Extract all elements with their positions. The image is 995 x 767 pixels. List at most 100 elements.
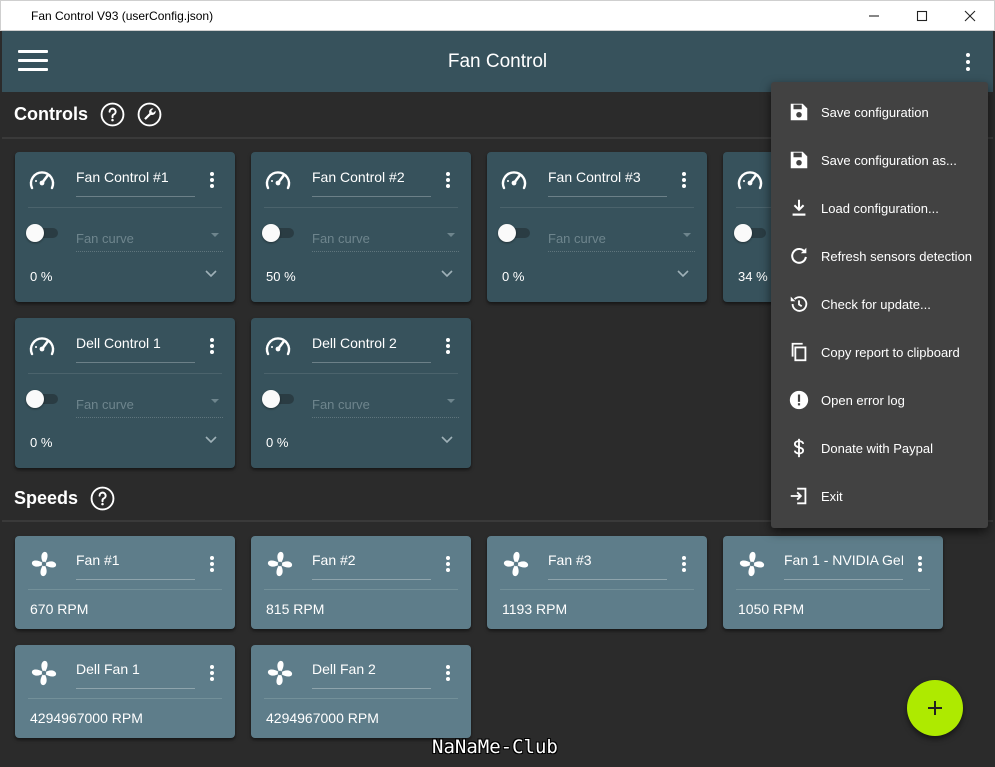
control-card[interactable]: Fan Control #3 Fan curve 0 % <box>487 152 707 302</box>
enable-toggle[interactable] <box>26 224 58 242</box>
enable-toggle[interactable] <box>26 390 58 408</box>
fan-icon <box>31 660 57 686</box>
close-icon <box>964 10 976 21</box>
card-divider <box>28 698 222 699</box>
speed-card[interactable]: Dell Fan 2 4294967000 RPM <box>251 645 471 738</box>
help-icon[interactable] <box>100 102 125 127</box>
control-name[interactable]: Dell Control 2 <box>312 334 431 363</box>
control-percent: 0 % <box>502 269 525 284</box>
chevron-down-icon[interactable] <box>441 270 453 278</box>
speed-name[interactable]: Dell Fan 2 <box>312 661 431 689</box>
floppy-icon <box>790 103 808 121</box>
fan-curve-placeholder: Fan curve <box>76 397 134 412</box>
speed-card[interactable]: Dell Fan 1 4294967000 RPM <box>15 645 235 738</box>
control-percent: 50 % <box>266 269 296 284</box>
menu-item[interactable]: Check for update... <box>771 280 988 328</box>
download-icon <box>792 199 806 216</box>
close-window-button[interactable] <box>946 0 994 31</box>
window-title: Fan Control V93 (userConfig.json) <box>31 8 214 23</box>
speed-card[interactable]: Fan #3 1193 RPM <box>487 536 707 629</box>
speed-card[interactable]: Fan #1 670 RPM <box>15 536 235 629</box>
chevron-down-icon[interactable] <box>441 436 453 444</box>
chevron-down-icon[interactable] <box>205 270 217 278</box>
fan-curve-select[interactable]: Fan curve <box>76 397 223 418</box>
menu-item-label: Exit <box>821 488 843 504</box>
control-name[interactable]: Fan Control #2 <box>312 168 431 197</box>
fan-icon <box>267 551 293 577</box>
control-card[interactable]: Dell Control 1 Fan curve 0 % <box>15 318 235 468</box>
menu-item[interactable]: Copy report to clipboard <box>771 328 988 376</box>
control-card[interactable]: Fan Control #1 Fan curve 0 % <box>15 152 235 302</box>
menu-item[interactable]: Refresh sensors detection <box>771 232 988 280</box>
wrench-icon[interactable] <box>137 102 162 127</box>
card-menu-icon[interactable] <box>210 665 214 681</box>
chevron-down-icon[interactable] <box>677 270 689 278</box>
card-menu-icon[interactable] <box>446 556 450 572</box>
chevron-down-icon[interactable] <box>205 436 217 444</box>
speed-name[interactable]: Fan #2 <box>312 552 431 580</box>
dropdown-arrow-icon <box>447 233 455 237</box>
menu-item[interactable]: Load configuration... <box>771 184 988 232</box>
card-menu-icon[interactable] <box>446 665 450 681</box>
menu-item[interactable]: Open error log <box>771 376 988 424</box>
gauge-icon <box>265 337 291 356</box>
controls-header: Controls <box>14 102 174 127</box>
add-button[interactable] <box>907 680 963 736</box>
speed-name[interactable]: Fan #1 <box>76 552 195 580</box>
speed-name[interactable]: Fan 1 - NVIDIA GeFo <box>784 552 903 580</box>
dropdown-arrow-icon <box>211 399 219 403</box>
window-titlebar: Fan Control V93 (userConfig.json) <box>0 0 995 31</box>
fan-curve-select[interactable]: Fan curve <box>548 231 695 252</box>
gauge-icon <box>737 171 763 190</box>
gauge-icon <box>501 171 527 190</box>
minimize-icon <box>869 14 879 17</box>
card-menu-icon[interactable] <box>210 556 214 572</box>
speed-card[interactable]: Fan 1 - NVIDIA GeFo 1050 RPM <box>723 536 943 629</box>
minimize-button[interactable] <box>850 0 898 31</box>
menu-item-label: Save configuration <box>821 104 929 120</box>
control-name[interactable]: Dell Control 1 <box>76 334 195 363</box>
card-divider <box>500 207 694 208</box>
control-name[interactable]: Fan Control #3 <box>548 168 667 197</box>
card-divider <box>28 207 222 208</box>
enable-toggle[interactable] <box>498 224 530 242</box>
card-menu-icon[interactable] <box>682 172 686 188</box>
menu-item[interactable]: Exit <box>771 472 988 520</box>
fan-curve-select[interactable]: Fan curve <box>76 231 223 252</box>
speed-name[interactable]: Fan #3 <box>548 552 667 580</box>
menu-item-label: Check for update... <box>821 296 931 312</box>
card-menu-icon[interactable] <box>446 338 450 354</box>
menu-item-label: Save configuration as... <box>821 152 957 168</box>
enable-toggle[interactable] <box>262 390 294 408</box>
maximize-button[interactable] <box>898 0 946 31</box>
card-menu-icon[interactable] <box>446 172 450 188</box>
menu-item[interactable]: Donate with Paypal <box>771 424 988 472</box>
menu-item[interactable]: Save configuration <box>771 88 988 136</box>
card-menu-icon[interactable] <box>210 172 214 188</box>
fan-curve-select[interactable]: Fan curve <box>312 397 459 418</box>
card-divider <box>28 589 222 590</box>
more-options-icon[interactable] <box>965 53 971 71</box>
card-menu-icon[interactable] <box>918 556 922 572</box>
fan-icon <box>503 551 529 577</box>
speed-name[interactable]: Dell Fan 1 <box>76 661 195 689</box>
watermark: NaNaMe-Club <box>432 736 558 758</box>
card-menu-icon[interactable] <box>682 556 686 572</box>
control-name[interactable]: Fan Control #1 <box>76 168 195 197</box>
speed-card[interactable]: Fan #2 815 RPM <box>251 536 471 629</box>
controls-title: Controls <box>14 104 88 124</box>
speeds-title: Speeds <box>14 488 79 508</box>
enable-toggle[interactable] <box>734 224 766 242</box>
control-card[interactable]: Dell Control 2 Fan curve 0 % <box>251 318 471 468</box>
help-icon[interactable] <box>90 486 115 511</box>
maximize-icon <box>916 10 928 21</box>
fan-curve-select[interactable]: Fan curve <box>312 231 459 252</box>
menu-item[interactable]: Save configuration as... <box>771 136 988 184</box>
card-divider <box>500 589 694 590</box>
history-icon <box>790 296 808 312</box>
copy-icon <box>791 342 807 362</box>
card-menu-icon[interactable] <box>210 338 214 354</box>
enable-toggle[interactable] <box>262 224 294 242</box>
control-card[interactable]: Fan Control #2 Fan curve 50 % <box>251 152 471 302</box>
control-percent: 0 % <box>30 269 53 284</box>
